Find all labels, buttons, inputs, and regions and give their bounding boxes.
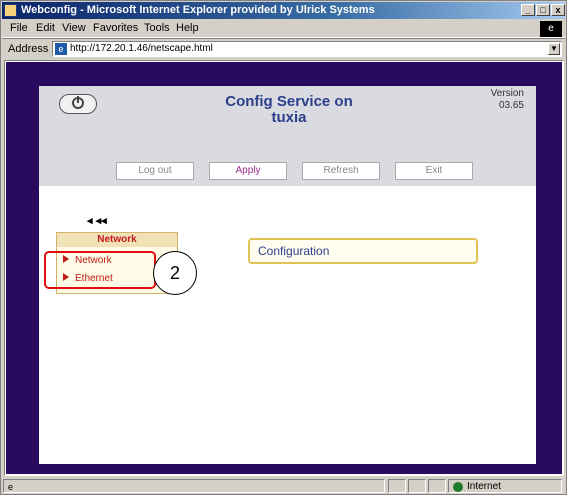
ie-logo-icon: e [540, 21, 562, 37]
app-title-line2: tuxia [271, 109, 307, 126]
menu-bar: File Edit View Favorites Tools Help [2, 20, 565, 38]
version-info: Version 03.65 [491, 88, 524, 112]
address-input[interactable]: e http://172.20.1.46/netscape.html ▼ [52, 41, 562, 57]
version-label: Version [490, 88, 524, 99]
status-main: e [3, 479, 385, 493]
zone-label: Internet [467, 481, 501, 492]
menu-help[interactable]: Help [176, 22, 199, 34]
version-value: 03.65 [498, 100, 524, 111]
app-title: Config Service on tuxia [189, 94, 389, 126]
apply-button[interactable]: Apply [209, 162, 287, 180]
address-url: http://172.20.1.46/netscape.html [70, 43, 213, 54]
menu-file[interactable]: File [10, 22, 28, 34]
menu-edit[interactable]: Edit [36, 22, 55, 34]
menu-view[interactable]: View [62, 22, 86, 34]
tree-header[interactable]: Network [57, 233, 177, 247]
nav-arrows[interactable]: ◂ ◂◂ [87, 214, 107, 227]
maximize-button[interactable]: □ [536, 4, 550, 16]
page-status-icon: e [8, 482, 14, 492]
status-bar: e Internet [2, 478, 565, 494]
app-header: Config Service on tuxia Version 03.65 Lo… [39, 86, 536, 186]
power-button[interactable] [59, 94, 97, 114]
menu-favorites[interactable]: Favorites [93, 22, 138, 34]
status-cell [428, 479, 446, 493]
config-panel: Config Service on tuxia Version 03.65 Lo… [39, 86, 536, 464]
page-viewport: Config Service on tuxia Version 03.65 Lo… [4, 60, 564, 476]
minimize-button[interactable]: _ [521, 4, 535, 16]
address-dropdown-button[interactable]: ▼ [548, 43, 560, 55]
logout-button[interactable]: Log out [116, 162, 194, 180]
globe-icon [453, 482, 463, 492]
status-cell [388, 479, 406, 493]
address-bar: Address e http://172.20.1.46/netscape.ht… [2, 38, 565, 59]
step-callout: 2 [153, 251, 197, 295]
power-icon-line [77, 96, 79, 103]
status-cell [408, 479, 426, 493]
browser-window: Webconfig - Microsoft Internet Explorer … [0, 0, 567, 495]
app-title-line1: Config Service on [225, 93, 353, 110]
highlight-box [44, 251, 156, 289]
page-background: Config Service on tuxia Version 03.65 Lo… [6, 62, 562, 474]
ie-window-icon [4, 4, 17, 17]
window-title: Webconfig - Microsoft Internet Explorer … [21, 4, 375, 16]
page-icon: e [55, 43, 67, 55]
exit-button[interactable]: Exit [395, 162, 473, 180]
address-label: Address [8, 43, 49, 55]
menu-tools[interactable]: Tools [144, 22, 170, 34]
refresh-button[interactable]: Refresh [302, 162, 380, 180]
configuration-heading: Configuration [248, 238, 478, 264]
title-bar: Webconfig - Microsoft Internet Explorer … [2, 2, 565, 19]
close-button[interactable]: x [551, 4, 565, 16]
status-zone: Internet [448, 479, 562, 493]
